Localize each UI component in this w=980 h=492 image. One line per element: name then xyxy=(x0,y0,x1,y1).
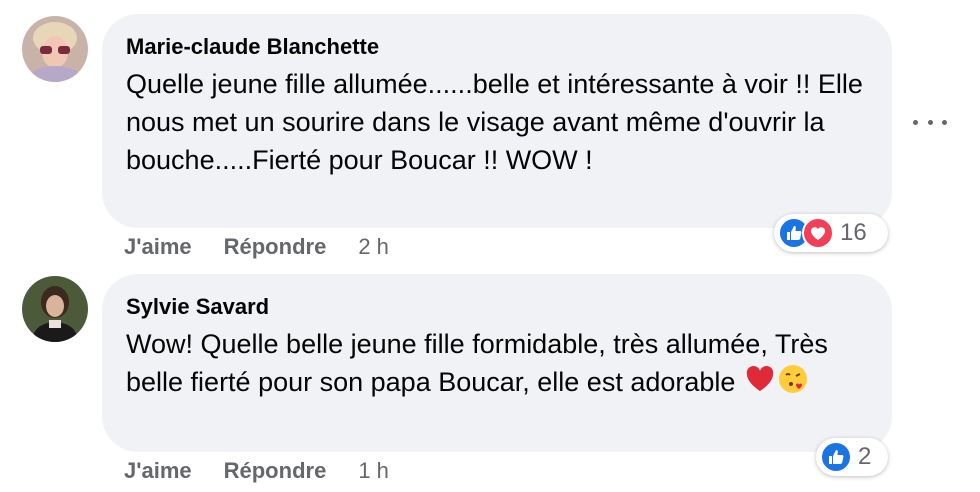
reaction-count: 2 xyxy=(858,443,872,470)
comment-bubble: Sylvie Savard Wow! Quelle belle jeune fi… xyxy=(102,274,892,452)
more-options-icon[interactable] xyxy=(913,112,947,132)
reaction-count: 16 xyxy=(840,219,867,246)
like-icon xyxy=(820,441,852,473)
reply-button[interactable]: Répondre xyxy=(224,234,327,260)
comment-author[interactable]: Sylvie Savard xyxy=(126,294,868,320)
reaction-summary[interactable]: 16 xyxy=(774,214,888,252)
comment-author[interactable]: Marie-claude Blanchette xyxy=(126,34,868,60)
reply-button[interactable]: Répondre xyxy=(224,458,327,484)
comment-text: Wow! Quelle belle jeune fille formidable… xyxy=(126,325,868,405)
red-heart-emoji xyxy=(745,365,775,403)
reaction-summary[interactable]: 2 xyxy=(816,438,888,476)
avatar[interactable] xyxy=(22,16,88,82)
avatar[interactable] xyxy=(22,276,88,342)
comment-actions: J'aime Répondre 1 h xyxy=(124,458,389,484)
comment-timestamp[interactable]: 1 h xyxy=(358,458,389,484)
face-blowing-kiss-emoji xyxy=(777,363,809,405)
comment-text-body: Wow! Quelle belle jeune fille formidable… xyxy=(126,329,828,398)
comment-text: Quelle jeune fille allumée......belle et… xyxy=(126,69,863,175)
comment-actions: J'aime Répondre 2 h xyxy=(124,234,389,260)
love-icon xyxy=(802,217,834,249)
comment-bubble: Marie-claude Blanchette Quelle jeune fil… xyxy=(102,14,892,228)
like-button[interactable]: J'aime xyxy=(124,458,192,484)
comment-timestamp[interactable]: 2 h xyxy=(358,234,389,260)
like-button[interactable]: J'aime xyxy=(124,234,192,260)
